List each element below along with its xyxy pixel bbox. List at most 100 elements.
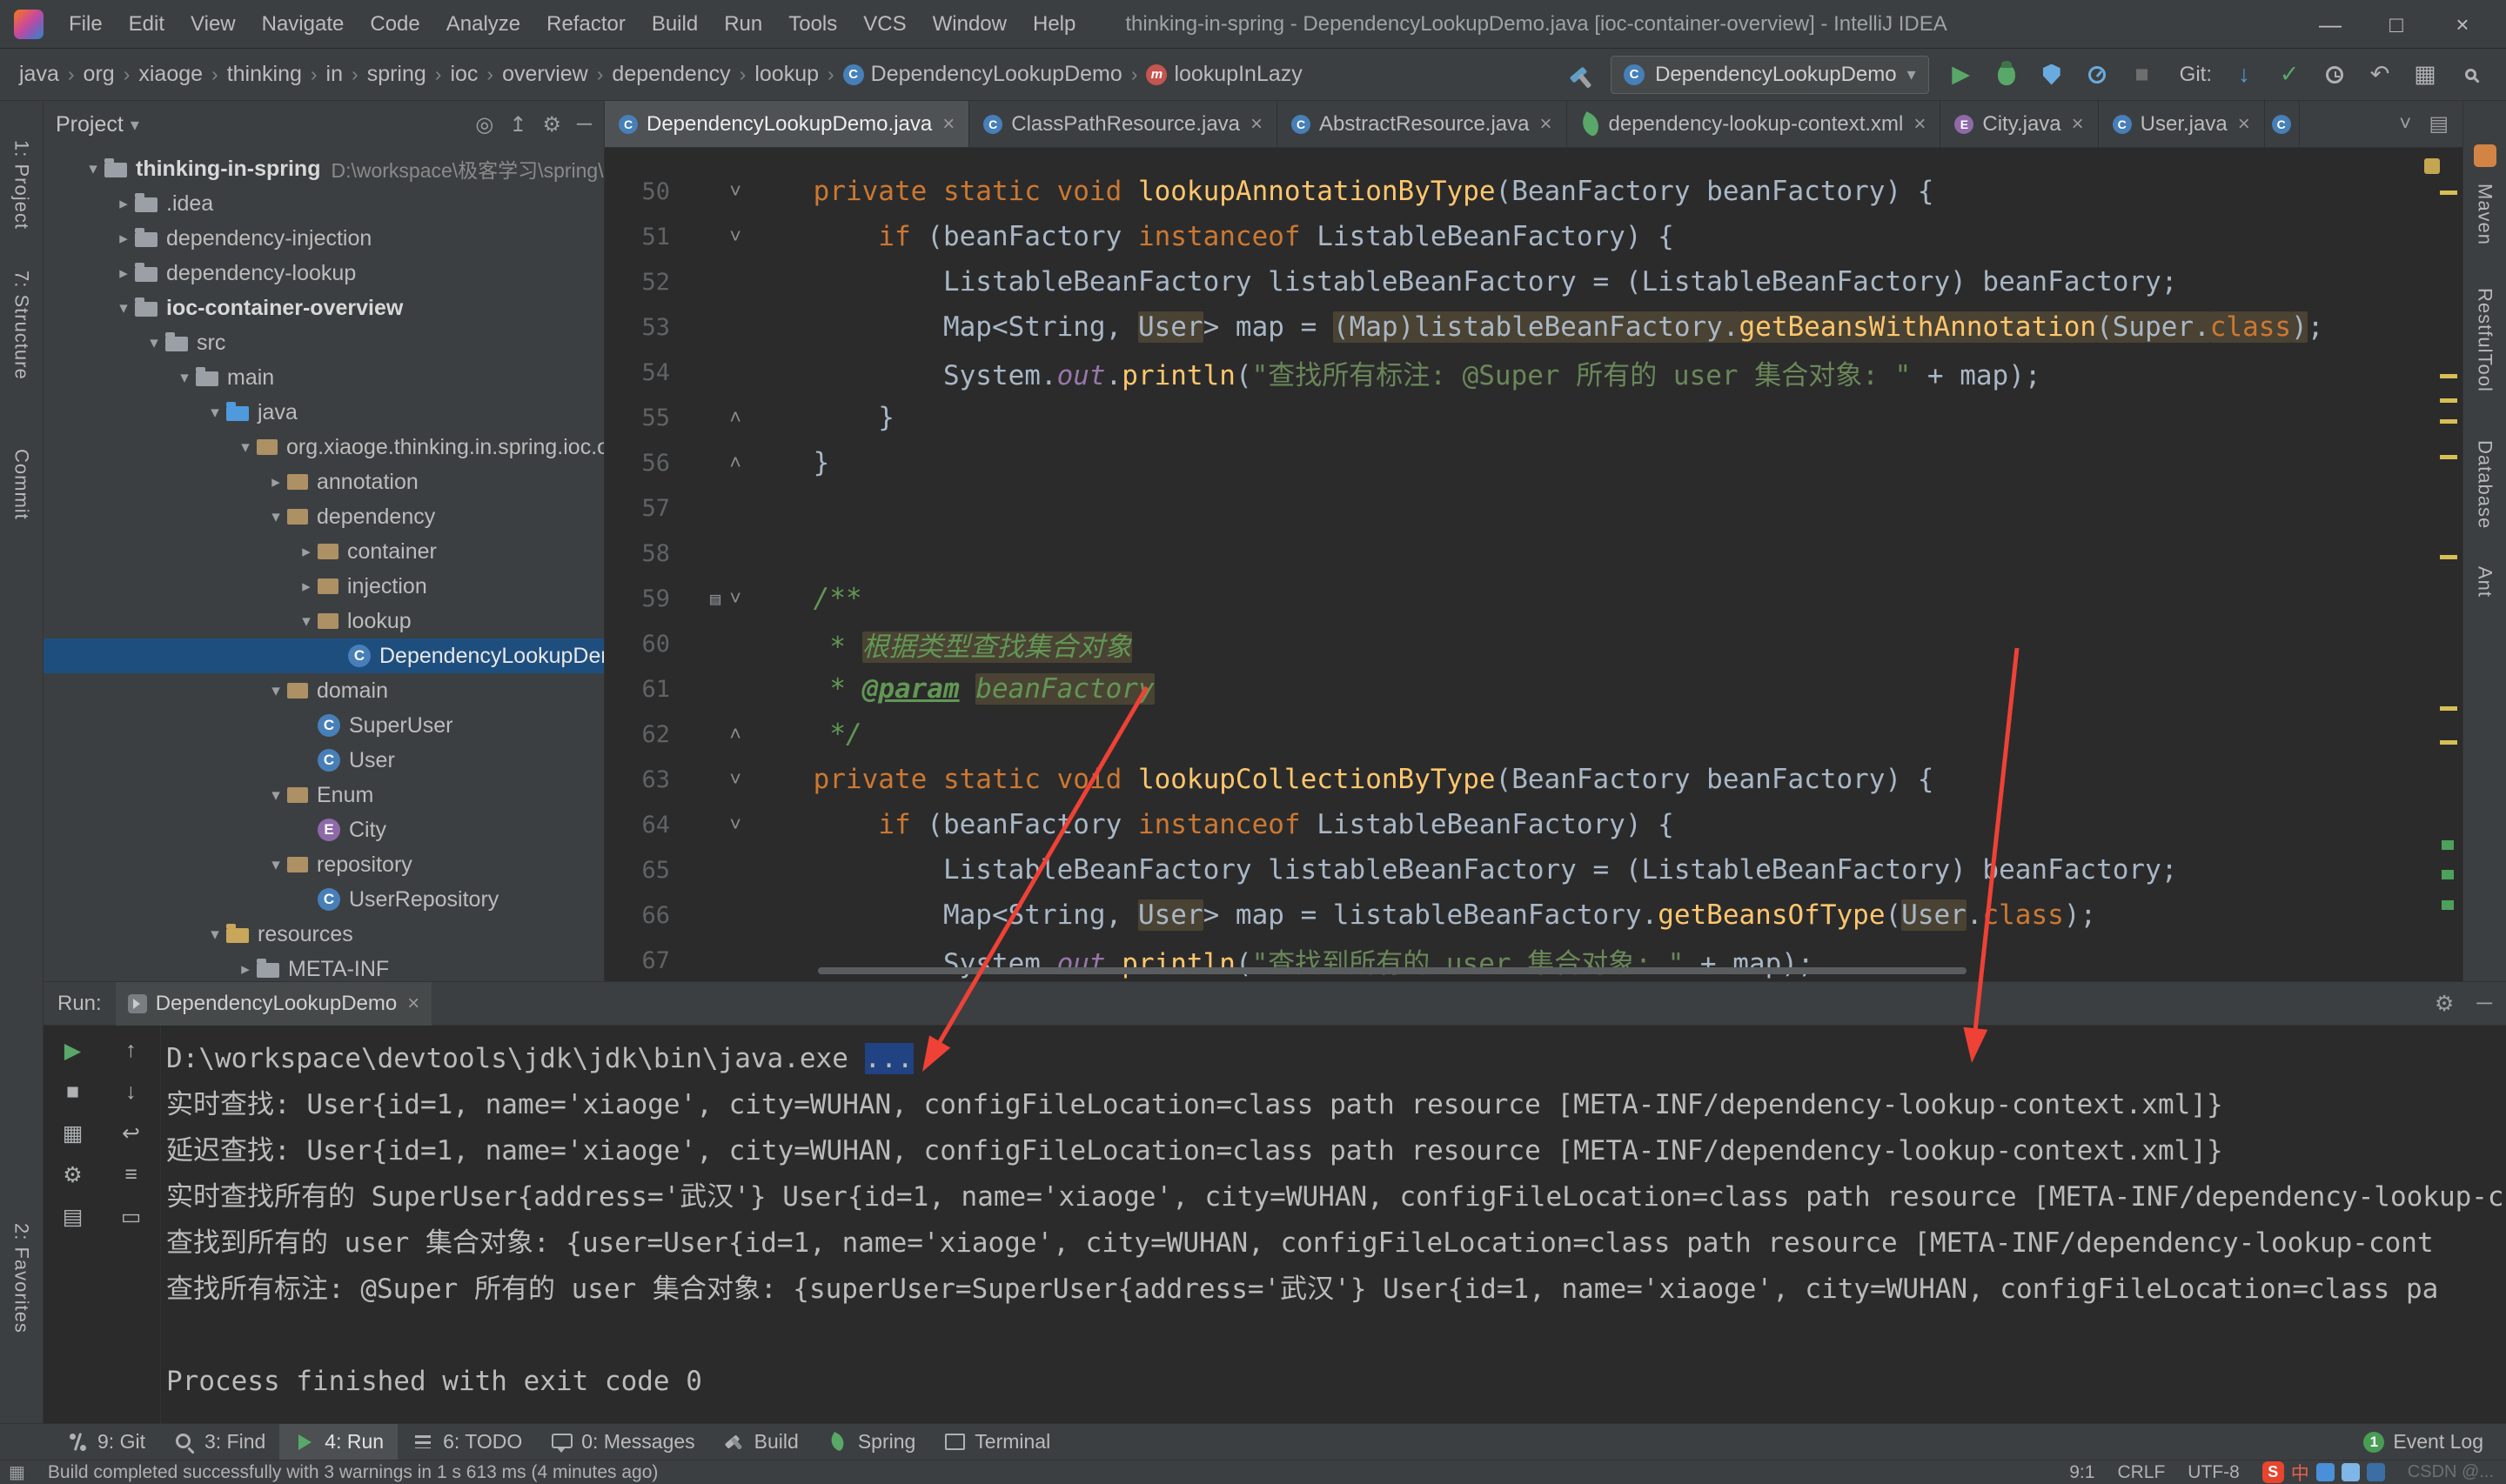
- tree-item-enum[interactable]: ▾ Enum: [44, 778, 604, 812]
- tool-button-restfultool[interactable]: RestfulTool: [2474, 288, 2496, 392]
- event-log-button[interactable]: 1 Event Log: [2363, 1430, 2506, 1454]
- close-button[interactable]: ×: [2429, 0, 2496, 49]
- breadcrumb-java[interactable]: java: [16, 62, 63, 87]
- fold-close-icon[interactable]: ˄: [729, 406, 741, 430]
- horizontal-scrollbar[interactable]: [818, 967, 1967, 974]
- tree-item-dependency-lookup[interactable]: ▸ dependency-lookup: [44, 256, 604, 291]
- menu-window[interactable]: Window: [920, 0, 1020, 49]
- breadcrumb-org[interactable]: org: [80, 62, 118, 87]
- menu-code[interactable]: Code: [357, 0, 432, 49]
- tree-item-dependency[interactable]: ▾ dependency: [44, 499, 604, 534]
- minimize-button[interactable]: —: [2297, 0, 2363, 49]
- fold-open-icon[interactable]: ˅: [729, 225, 741, 249]
- breadcrumb-dependency[interactable]: dependency: [608, 62, 734, 87]
- editor-tab-partial[interactable]: C: [2264, 101, 2300, 147]
- console-output[interactable]: D:\workspace\devtools\jdk\jdk\bin\java.e…: [161, 1026, 2506, 1423]
- tree-item-ioc-container-overview[interactable]: ▾ ioc-container-overview: [44, 291, 604, 325]
- fold-close-icon[interactable]: ˄: [729, 451, 741, 475]
- tool-button-7-structure[interactable]: 7: Structure: [10, 271, 33, 380]
- tree-item-idea[interactable]: ▸ .idea: [44, 186, 604, 221]
- breadcrumb-ioc[interactable]: ioc: [446, 62, 481, 87]
- breadcrumb-lookupinlazy[interactable]: m lookupInLazy: [1142, 62, 1305, 87]
- search-icon[interactable]: [2457, 69, 2483, 80]
- tree-item-resources[interactable]: ▾ resources: [44, 917, 604, 952]
- tree-item-userrepository[interactable]: C UserRepository: [44, 882, 604, 917]
- fold-close-icon[interactable]: ˄: [729, 723, 741, 746]
- debug-button[interactable]: [1993, 60, 2020, 85]
- settings-button[interactable]: ⚙: [44, 1162, 102, 1188]
- tree-item-src[interactable]: ▾ src: [44, 325, 604, 360]
- stop-button[interactable]: ■: [44, 1080, 102, 1105]
- clear-all-button[interactable]: ▭: [102, 1204, 160, 1230]
- breadcrumb-thinking[interactable]: thinking: [224, 62, 305, 87]
- tool-window-button-build[interactable]: Build: [709, 1424, 813, 1460]
- file-encoding[interactable]: UTF-8: [2188, 1462, 2240, 1483]
- breadcrumb-xiaoge[interactable]: xiaoge: [135, 62, 206, 87]
- tree-item-annotation[interactable]: ▸ annotation: [44, 465, 604, 499]
- toolwindow-switcher-icon[interactable]: ▦: [9, 1461, 25, 1483]
- tool-window-button-4-run[interactable]: 4: Run: [279, 1424, 399, 1460]
- close-icon[interactable]: ×: [2238, 112, 2250, 137]
- coverage-button[interactable]: [2039, 64, 2065, 85]
- caret-position[interactable]: 9:1: [2069, 1462, 2094, 1483]
- stop-button[interactable]: ■: [2129, 61, 2155, 88]
- profiler-button[interactable]: [2084, 65, 2110, 84]
- fold-open-icon[interactable]: ˅: [729, 813, 741, 837]
- close-icon[interactable]: ×: [942, 112, 955, 137]
- breadcrumb-overview[interactable]: overview: [499, 62, 592, 87]
- scroll-to-end-button[interactable]: ≡: [102, 1162, 160, 1188]
- close-icon[interactable]: ×: [1250, 112, 1263, 137]
- editor-tab-city-java[interactable]: E City.java ×: [1940, 101, 2099, 147]
- project-dropdown[interactable]: Project: [56, 112, 124, 137]
- menu-analyze[interactable]: Analyze: [433, 0, 533, 49]
- menu-file[interactable]: File: [56, 0, 116, 49]
- breadcrumb-spring[interactable]: spring: [364, 62, 430, 87]
- breadcrumb-in[interactable]: in: [323, 62, 346, 87]
- close-icon[interactable]: ×: [2072, 112, 2084, 137]
- run-button[interactable]: ▶: [1948, 61, 1974, 88]
- tool-button-database[interactable]: Database: [2474, 440, 2496, 529]
- tool-window-button-9-git[interactable]: 9: Git: [52, 1424, 159, 1460]
- menu-help[interactable]: Help: [1020, 0, 1089, 49]
- run-tab[interactable]: DependencyLookupDemo ×: [115, 981, 432, 1026]
- tree-item-main[interactable]: ▾ main: [44, 360, 604, 395]
- tree-item-injection[interactable]: ▸ injection: [44, 569, 604, 604]
- layout-icon[interactable]: ▦: [2412, 61, 2438, 88]
- close-icon[interactable]: ×: [407, 992, 419, 1016]
- vcs-commit-button[interactable]: ✓: [2276, 61, 2302, 88]
- locate-file-icon[interactable]: ◎: [475, 112, 493, 137]
- maven-icon[interactable]: [2474, 144, 2496, 167]
- editor-tab-dependency-lookup-context-xml[interactable]: dependency-lookup-context.xml ×: [1566, 101, 1941, 147]
- hide-panel-icon[interactable]: ─: [577, 112, 592, 137]
- rollback-button[interactable]: ↶: [2367, 61, 2393, 88]
- vcs-update-button[interactable]: ↓: [2231, 61, 2257, 88]
- tab-list-icon[interactable]: ˅: [2399, 112, 2411, 137]
- tree-item-dependencylookupdemo[interactable]: C DependencyLookupDemo: [44, 638, 604, 673]
- tree-item-java[interactable]: ▾ java: [44, 395, 604, 430]
- editor-tab-user-java[interactable]: C User.java ×: [2098, 101, 2265, 147]
- history-button[interactable]: [2322, 65, 2348, 84]
- menu-navigate[interactable]: Navigate: [249, 0, 358, 49]
- menu-tools[interactable]: Tools: [775, 0, 850, 49]
- rerun-button[interactable]: ▶: [44, 1038, 102, 1064]
- menu-refactor[interactable]: Refactor: [533, 0, 639, 49]
- collapse-all-icon[interactable]: ↥: [509, 112, 526, 137]
- gear-icon[interactable]: ⚙: [2435, 991, 2454, 1017]
- tree-item-repository[interactable]: ▾ repository: [44, 847, 604, 882]
- close-icon[interactable]: ×: [1540, 112, 1552, 137]
- tool-button-ant[interactable]: Ant: [2474, 566, 2496, 598]
- menu-view[interactable]: View: [178, 0, 249, 49]
- tool-window-button-terminal[interactable]: Terminal: [929, 1424, 1064, 1460]
- tool-window-button-6-todo[interactable]: 6: TODO: [398, 1424, 536, 1460]
- tree-item-org-xiaoge-thinking-in-spring-ioc-over[interactable]: ▾ org.xiaoge.thinking.in.spring.ioc.over: [44, 430, 604, 465]
- breadcrumb-dependencylookupdemo[interactable]: C DependencyLookupDemo: [840, 62, 1126, 87]
- build-hammer-icon[interactable]: [1565, 66, 1591, 83]
- editor-tab-classpathresource-java[interactable]: C ClassPathResource.java ×: [969, 101, 1278, 147]
- tree-item-lookup[interactable]: ▾ lookup: [44, 604, 604, 638]
- tree-item-thinking-in-spring[interactable]: ▾ thinking-in-spring D:\workspace\极客学习\spr…: [44, 151, 604, 186]
- tool-window-button-spring[interactable]: Spring: [813, 1424, 929, 1460]
- tree-item-user[interactable]: C User: [44, 743, 604, 778]
- tree-item-meta-inf[interactable]: ▸ META-INF: [44, 952, 604, 981]
- up-stack-trace-button[interactable]: ↑: [102, 1038, 160, 1064]
- tree-item-dependency-injection[interactable]: ▸ dependency-injection: [44, 221, 604, 256]
